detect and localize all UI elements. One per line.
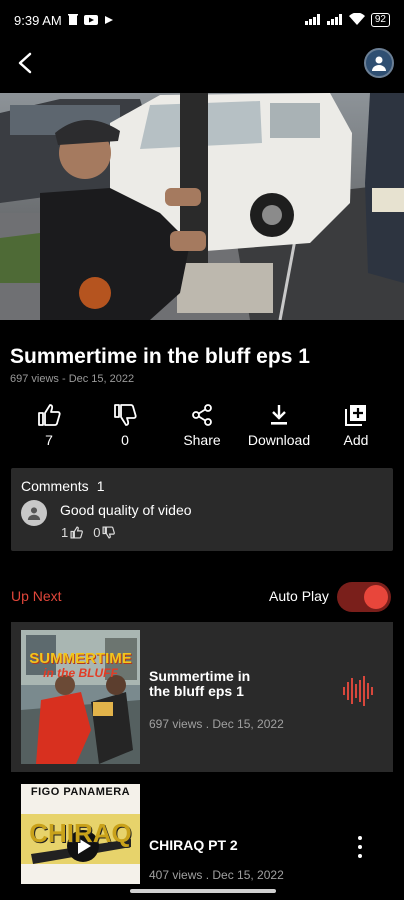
- thumbnail-text: FIGO PANAMERA: [30, 786, 131, 798]
- like-button[interactable]: 7: [9, 402, 89, 448]
- youtube-notification-icon: [83, 13, 98, 28]
- signal-icon: [304, 13, 321, 28]
- like-count: 7: [45, 432, 53, 448]
- add-label: Add: [343, 432, 369, 448]
- more-vert-icon[interactable]: [355, 836, 365, 858]
- thumbnail-subtext: CHIRAQ: [29, 818, 132, 848]
- comment-text: Good quality of video: [60, 502, 192, 518]
- video-player[interactable]: [0, 93, 404, 320]
- thumbs-up-icon: [38, 404, 61, 426]
- profile-button[interactable]: [364, 48, 394, 78]
- comments-count: 1: [96, 478, 105, 494]
- add-button[interactable]: Add: [316, 402, 396, 448]
- up-next-title: CHIRAQ PT 2: [149, 837, 238, 853]
- arrow-left-icon: [18, 52, 32, 74]
- thumbnail-text: SUMMERTIME: [29, 650, 132, 667]
- video-title: Summertime in the bluff eps 1: [10, 345, 310, 368]
- comments-header: Comments 1: [21, 478, 104, 494]
- status-bar: 9:39 AM 92: [0, 0, 404, 40]
- up-next-meta: 407 views . Dec 15, 2022: [149, 868, 284, 882]
- thumbs-up-icon: [70, 526, 84, 539]
- comment-like-button[interactable]: 1: [61, 525, 84, 540]
- video-frame: [0, 93, 404, 320]
- up-next-title: Summertime in the bluff eps 1: [149, 668, 251, 699]
- thumbs-down-icon: [114, 404, 137, 426]
- action-row: 7 0 Share Download Add: [0, 402, 404, 458]
- commenter-avatar: [21, 500, 47, 526]
- comments-title: Comments: [21, 478, 89, 494]
- dislike-button[interactable]: 0: [85, 402, 165, 448]
- status-time: 9:39 AM: [14, 12, 62, 28]
- up-next-meta: 697 views . Dec 15, 2022: [149, 717, 284, 731]
- back-button[interactable]: [10, 48, 40, 78]
- comment-dislike-button[interactable]: 0: [93, 525, 116, 540]
- thumbs-down-icon: [102, 526, 116, 539]
- up-next-item[interactable]: SUMMERTIME in the BLUFF Summertime in th…: [11, 622, 393, 772]
- download-icon: [271, 405, 287, 425]
- top-bar: [0, 42, 404, 86]
- wifi-icon: [348, 12, 365, 28]
- add-to-playlist-icon: [345, 405, 366, 426]
- comment-votes: 1 0: [61, 525, 116, 540]
- status-right: 92: [304, 12, 390, 28]
- home-indicator[interactable]: [130, 889, 276, 893]
- dislike-count: 0: [121, 432, 129, 448]
- video-thumbnail: FIGO PANAMERA CHIRAQ: [21, 784, 140, 884]
- user-avatar-icon: [27, 507, 41, 520]
- sound-wave-icon: [343, 676, 373, 706]
- signal-icon-2: [326, 13, 343, 28]
- share-icon: [192, 404, 212, 426]
- video-meta: 697 views - Dec 15, 2022: [10, 373, 135, 385]
- autoplay-toggle[interactable]: [337, 582, 391, 612]
- download-label: Download: [247, 432, 311, 448]
- video-thumbnail: SUMMERTIME in the BLUFF: [21, 630, 140, 764]
- trash-notification-icon: [67, 13, 78, 28]
- toggle-knob: [364, 585, 388, 609]
- share-label: Share: [183, 432, 221, 448]
- autoplay-label: Auto Play: [269, 588, 329, 604]
- user-avatar-icon: [372, 56, 386, 71]
- status-left: 9:39 AM: [14, 13, 114, 28]
- up-next-item[interactable]: FIGO PANAMERA CHIRAQ CHIRAQ PT 2 407 vie…: [11, 782, 393, 900]
- up-next-row: Up Next Auto Play: [0, 580, 404, 614]
- comment-dislike-count: 0: [93, 525, 101, 540]
- download-button[interactable]: Download: [239, 402, 319, 448]
- up-next-label: Up Next: [11, 588, 62, 604]
- share-button[interactable]: Share: [162, 402, 242, 448]
- thumbnail-subtext: in the BLUFF: [43, 666, 118, 680]
- media-notification-icon: [104, 13, 114, 28]
- battery-icon: 92: [370, 13, 390, 27]
- comment-like-count: 1: [61, 525, 69, 540]
- comments-card[interactable]: Comments 1 Good quality of video 1 0: [11, 468, 393, 551]
